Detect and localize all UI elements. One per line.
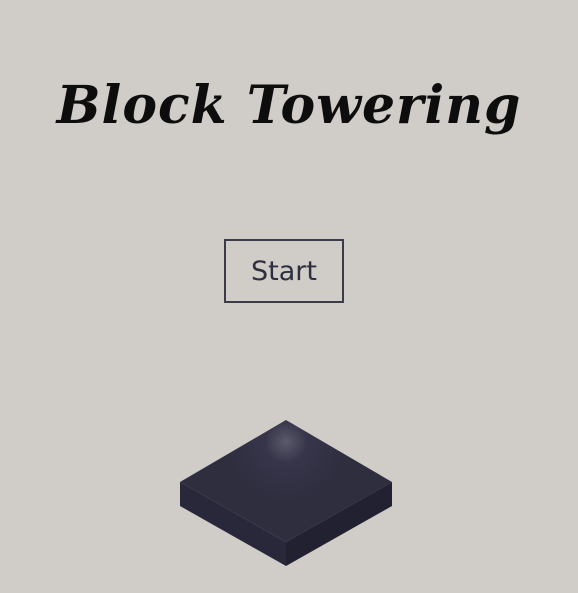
base-block: [180, 420, 392, 566]
start-button[interactable]: Start: [224, 239, 344, 303]
game-title: Block Towering: [56, 75, 522, 136]
